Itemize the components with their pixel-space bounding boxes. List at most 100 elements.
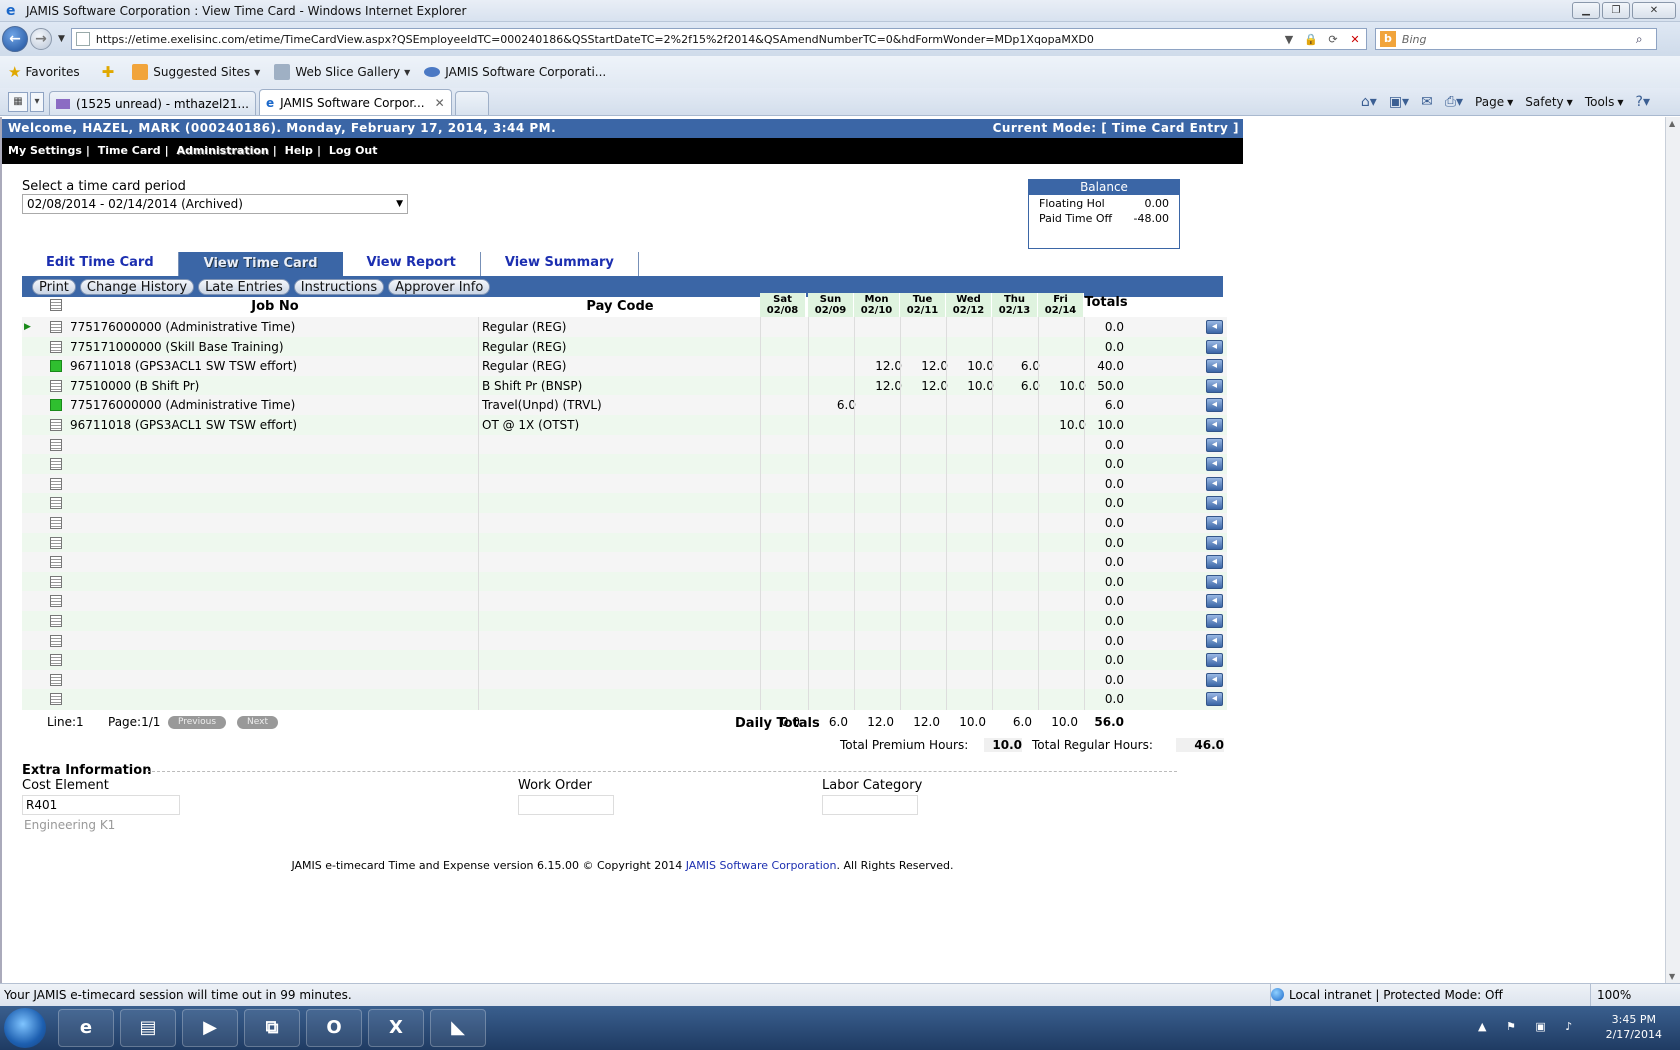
row-detail-arrow-icon[interactable]: ◂ xyxy=(1206,418,1223,432)
minimize-button[interactable]: ▁ xyxy=(1572,2,1600,19)
note-icon[interactable] xyxy=(50,615,62,627)
row-detail-arrow-icon[interactable]: ◂ xyxy=(1206,320,1223,334)
taskbar-lync-icon[interactable]: ⧉ xyxy=(244,1009,300,1047)
row-detail-arrow-icon[interactable]: ◂ xyxy=(1206,437,1223,452)
tab-edit-time-card[interactable]: Edit Time Card xyxy=(22,252,179,276)
table-row[interactable]: 96711018 (GPS3ACL1 SW TSW effort) OT @ 1X… xyxy=(22,415,1227,436)
note-icon[interactable] xyxy=(50,654,62,667)
refresh-icon[interactable]: ⟳ xyxy=(1322,33,1344,46)
favorite-jamis[interactable]: JAMIS Software Corporati... xyxy=(424,65,606,79)
lock-icon[interactable]: 🔒 xyxy=(1300,33,1322,46)
close-window-button[interactable]: ✕ xyxy=(1632,2,1676,19)
system-tray-icons[interactable]: ▲ ⚑ ▣ ♪ xyxy=(1478,1020,1580,1033)
maximize-button[interactable]: ❐ xyxy=(1602,2,1630,19)
scroll-down-icon[interactable]: ▼ xyxy=(1669,972,1675,981)
menu-administration[interactable]: Administration xyxy=(176,144,268,157)
back-button[interactable]: ← xyxy=(2,26,28,52)
menu-my-settings[interactable]: My Settings xyxy=(8,144,82,157)
row-detail-arrow-icon[interactable]: ◂ xyxy=(1206,359,1223,374)
row-detail-arrow-icon[interactable]: ◂ xyxy=(1206,692,1223,707)
note-icon[interactable] xyxy=(50,458,62,471)
address-dropdown-icon[interactable]: ▼ xyxy=(1278,33,1300,46)
row-detail-arrow-icon[interactable]: ◂ xyxy=(1206,614,1223,628)
new-tab-button[interactable] xyxy=(454,91,489,115)
table-row[interactable]: 0.0 ◂ xyxy=(22,532,1227,554)
tools-menu[interactable]: Tools ▼ xyxy=(1585,95,1624,109)
vertical-scrollbar[interactable]: ▲ ▼ xyxy=(1665,117,1680,983)
note-icon[interactable] xyxy=(50,634,62,647)
table-row[interactable]: 0.0 ◂ xyxy=(22,591,1227,613)
note-icon[interactable] xyxy=(50,556,62,569)
work-order-field[interactable] xyxy=(518,795,614,815)
favorite-web-slice-gallery[interactable]: Web Slice Gallery ▼ xyxy=(274,64,410,80)
menu-help[interactable]: Help xyxy=(285,144,313,157)
row-detail-arrow-icon[interactable]: ◂ xyxy=(1206,378,1223,393)
browser-tab-mail[interactable]: (1525 unread) - mthazel21... xyxy=(49,91,256,115)
print-icon[interactable]: ⎙▾ xyxy=(1445,94,1463,110)
table-row[interactable]: 0.0 ◂ xyxy=(22,513,1227,534)
tab-view-time-card[interactable]: View Time Card xyxy=(178,252,343,276)
table-row[interactable]: 0.0 ◂ xyxy=(22,473,1227,495)
table-row[interactable]: 0.0 ◂ xyxy=(22,552,1227,574)
table-row[interactable]: 0.0 ◂ xyxy=(22,689,1227,711)
search-box[interactable]: b Bing ⌕ xyxy=(1374,28,1657,50)
row-detail-arrow-icon[interactable]: ◂ xyxy=(1206,516,1223,530)
taskbar-media-icon[interactable]: ▶ xyxy=(182,1009,238,1047)
table-row[interactable]: 0.0 ◂ xyxy=(22,630,1227,652)
comment-icon[interactable] xyxy=(50,360,62,373)
address-bar[interactable]: https://etime.exelisinc.com/etime/TimeCa… xyxy=(70,28,1367,50)
home-icon[interactable]: ⌂▾ xyxy=(1361,94,1377,110)
note-icon[interactable] xyxy=(50,673,62,686)
note-icon[interactable] xyxy=(50,438,62,451)
table-row[interactable]: 77510000 (B Shift Pr) B Shift Pr (BNSP) 12… xyxy=(22,375,1227,397)
url-text[interactable]: https://etime.exelisinc.com/etime/TimeCa… xyxy=(96,33,1278,46)
row-detail-arrow-icon[interactable]: ◂ xyxy=(1206,398,1223,413)
note-icon[interactable] xyxy=(50,321,62,333)
table-row[interactable]: 0.0 ◂ xyxy=(22,571,1227,593)
row-detail-arrow-icon[interactable]: ◂ xyxy=(1206,633,1223,648)
table-row[interactable]: 0.0 ◂ xyxy=(22,669,1227,691)
note-icon[interactable] xyxy=(50,340,62,353)
table-row[interactable]: 0.0 ◂ xyxy=(22,493,1227,515)
note-icon[interactable] xyxy=(50,419,62,431)
comment-icon[interactable] xyxy=(50,399,62,412)
note-icon[interactable] xyxy=(50,693,62,706)
taskbar-ie-icon[interactable]: e xyxy=(58,1009,114,1047)
page-menu[interactable]: Page ▼ xyxy=(1475,95,1513,109)
scroll-up-icon[interactable]: ▲ xyxy=(1669,119,1675,128)
zoom-level[interactable]: 100% xyxy=(1590,984,1631,1006)
tab-view-report[interactable]: View Report xyxy=(342,252,481,276)
note-icon[interactable] xyxy=(50,497,62,510)
note-icon[interactable] xyxy=(50,379,62,392)
row-detail-arrow-icon[interactable]: ◂ xyxy=(1206,339,1223,354)
close-tab-icon[interactable]: ✕ xyxy=(435,96,445,110)
browser-tab-jamis[interactable]: e JAMIS Software Corpor... ✕ xyxy=(259,89,452,115)
taskbar-outlook-icon[interactable]: O xyxy=(306,1009,362,1047)
tab-list-dropdown-icon[interactable]: ▾ xyxy=(30,92,44,112)
table-row[interactable]: ▶ 775176000000 (Administrative Time) Regul… xyxy=(22,317,1227,338)
table-row[interactable]: 0.0 ◂ xyxy=(22,650,1227,672)
table-row[interactable]: 0.0 ◂ xyxy=(22,434,1227,456)
row-detail-arrow-icon[interactable]: ◂ xyxy=(1206,496,1223,511)
table-row[interactable]: 775176000000 (Administrative Time) Travel… xyxy=(22,395,1227,417)
search-input[interactable]: Bing xyxy=(1402,33,1636,46)
jamis-link[interactable]: JAMIS Software Corporation xyxy=(686,859,837,872)
note-icon[interactable] xyxy=(50,517,62,529)
taskbar-explorer-icon[interactable]: ▤ xyxy=(120,1009,176,1047)
labor-category-field[interactable] xyxy=(822,795,918,815)
history-dropdown-icon[interactable]: ▼ xyxy=(58,34,65,44)
quick-tabs-icon[interactable]: ▦ xyxy=(8,92,28,112)
row-detail-arrow-icon[interactable]: ◂ xyxy=(1206,457,1223,472)
row-detail-arrow-icon[interactable]: ◂ xyxy=(1206,476,1223,491)
add-favorite-button[interactable]: ✚ xyxy=(94,63,119,81)
note-icon[interactable] xyxy=(50,595,62,608)
menu-time-card[interactable]: Time Card xyxy=(98,144,161,157)
safety-menu[interactable]: Safety ▼ xyxy=(1525,95,1573,109)
table-row[interactable]: 0.0 ◂ xyxy=(22,454,1227,476)
note-icon[interactable] xyxy=(50,575,62,588)
security-zone[interactable]: Local intranet | Protected Mode: Off xyxy=(1270,984,1503,1006)
row-detail-arrow-icon[interactable]: ◂ xyxy=(1206,594,1223,609)
row-detail-arrow-icon[interactable]: ◂ xyxy=(1206,535,1223,550)
search-icon[interactable]: ⌕ xyxy=(1636,32,1656,47)
note-icon[interactable] xyxy=(50,536,62,549)
